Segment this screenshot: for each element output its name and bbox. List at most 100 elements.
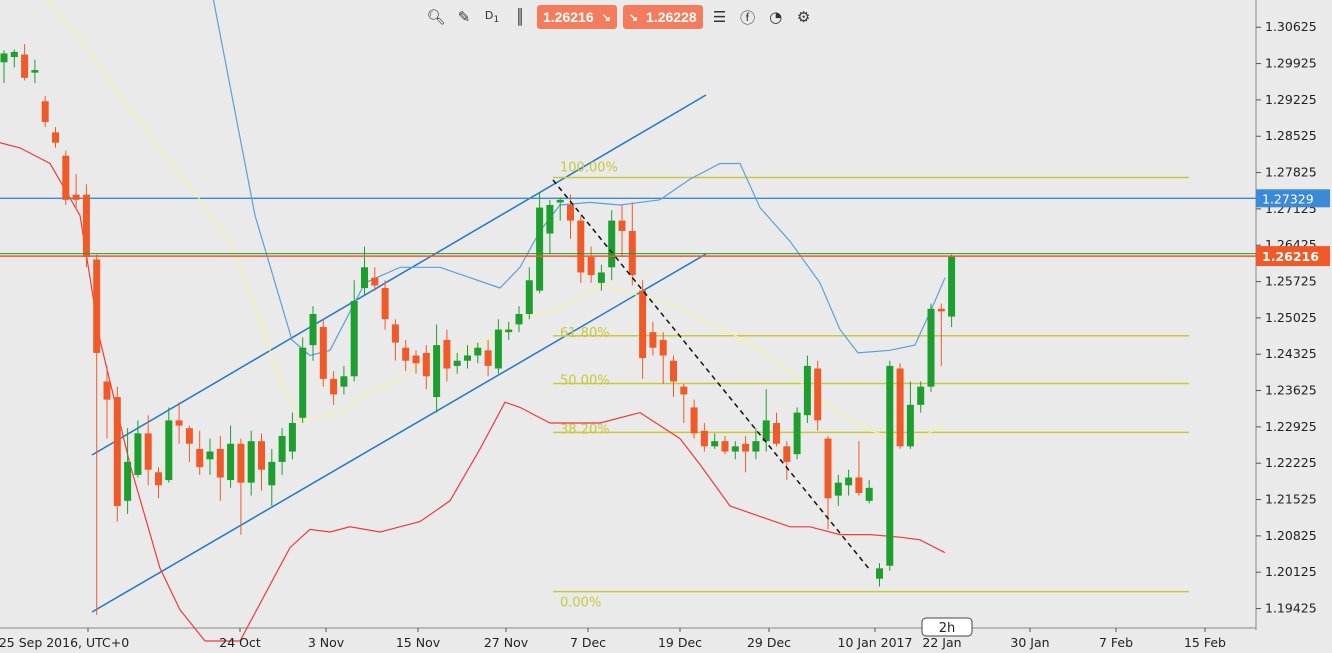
candle-body bbox=[494, 329, 502, 369]
candle-body bbox=[927, 308, 935, 387]
x-tick-label: 30 Jan bbox=[1010, 635, 1049, 650]
candle-body bbox=[155, 472, 162, 486]
candle-body bbox=[803, 365, 811, 416]
candle-body bbox=[628, 230, 636, 276]
candle-body bbox=[31, 70, 39, 73]
y-tick-label: 1.22925 bbox=[1265, 419, 1317, 434]
y-tick-label: 1.22225 bbox=[1265, 455, 1317, 470]
candle-body bbox=[371, 277, 379, 286]
candle-body bbox=[258, 441, 265, 470]
candle-body bbox=[845, 477, 853, 486]
sell-price: 1.26216 bbox=[543, 9, 594, 25]
timeframe-selector[interactable]: D1 bbox=[481, 9, 503, 25]
candle-type-icon[interactable]: ║ bbox=[509, 6, 531, 28]
candle-body bbox=[793, 412, 801, 455]
list-icon[interactable]: ☰ bbox=[709, 6, 731, 28]
candle-body bbox=[742, 443, 750, 452]
candle-body bbox=[21, 54, 29, 78]
candle-body bbox=[361, 267, 368, 289]
timeframe-number: 1 bbox=[493, 14, 500, 26]
candle-body bbox=[381, 288, 389, 320]
candle-body bbox=[711, 441, 719, 447]
candle-body bbox=[834, 482, 842, 496]
y-tick-label: 1.29925 bbox=[1265, 56, 1317, 71]
candle-body bbox=[433, 345, 441, 398]
y-tick-label: 1.30625 bbox=[1265, 19, 1317, 34]
current-price-label: 1.26216 bbox=[1262, 249, 1319, 264]
candle bbox=[319, 319, 327, 387]
candle-body bbox=[412, 355, 420, 364]
candle-body bbox=[422, 352, 430, 377]
candle-body bbox=[752, 441, 760, 452]
candle-body bbox=[865, 487, 873, 501]
x-tick-label: 15 Feb bbox=[1184, 635, 1226, 650]
candle-body bbox=[402, 347, 410, 361]
candle bbox=[886, 360, 894, 571]
candle-body bbox=[288, 422, 296, 452]
candle-body bbox=[185, 428, 193, 444]
candle-body bbox=[556, 199, 564, 203]
candle-body bbox=[103, 381, 111, 400]
x-tick-label: 7 Dec bbox=[570, 635, 606, 650]
candle-body bbox=[453, 360, 461, 366]
x-tick-label: 29 Dec bbox=[747, 635, 791, 650]
chart-background bbox=[0, 0, 1332, 653]
candle-body bbox=[680, 386, 688, 395]
candle-body bbox=[124, 461, 132, 501]
fib-label: 61.80% bbox=[560, 326, 610, 341]
sell-button[interactable]: 1.26216 ↘ bbox=[537, 5, 617, 29]
fib-label: 50.00% bbox=[560, 374, 610, 389]
x-tick-label: 24 Oct bbox=[219, 635, 261, 650]
x-tick-label: 19 Dec bbox=[658, 635, 702, 650]
buy-button[interactable]: ↘ 1.26228 bbox=[622, 5, 703, 29]
candle-body bbox=[567, 205, 574, 221]
candle-body bbox=[906, 404, 914, 447]
fib-label: 0.00% bbox=[560, 596, 601, 611]
candle-body bbox=[783, 446, 791, 462]
candle bbox=[948, 254, 956, 327]
candle-body bbox=[474, 347, 482, 356]
y-tick-label: 1.24325 bbox=[1265, 346, 1317, 361]
candle bbox=[927, 303, 935, 392]
candle-body bbox=[41, 101, 49, 122]
y-tick-label: 1.28525 bbox=[1265, 128, 1317, 143]
candle-body bbox=[505, 329, 513, 333]
candle-body bbox=[618, 220, 626, 231]
candle-body bbox=[0, 53, 8, 63]
x-tick-label: 10 Jan 2017 bbox=[838, 635, 913, 650]
candle-body bbox=[639, 290, 647, 359]
candle-body bbox=[391, 324, 399, 343]
x-tick-label: 7 Feb bbox=[1099, 635, 1133, 650]
y-tick-label: 1.23625 bbox=[1265, 383, 1317, 398]
candle bbox=[896, 363, 904, 449]
candle-body bbox=[113, 397, 121, 507]
candle-body bbox=[773, 422, 780, 444]
y-tick-label: 1.21525 bbox=[1265, 492, 1317, 507]
candle bbox=[299, 337, 307, 423]
x-tick-label: 22 Jan bbox=[922, 635, 961, 650]
candle bbox=[814, 360, 822, 431]
candle-body bbox=[237, 443, 245, 483]
candle-body bbox=[731, 446, 739, 452]
candle-body bbox=[268, 461, 276, 486]
chart-toolbar: 🔍︎ ✎ D1 ║ 1.26216 ↘ ↘ 1.26228 ☰ ⓕ ◔ ⚙ bbox=[425, 3, 815, 31]
zoom-icon[interactable]: 🔍︎ bbox=[425, 6, 447, 28]
candle-body bbox=[464, 355, 471, 361]
candle-body bbox=[10, 51, 18, 58]
x-tick-label: 15 Nov bbox=[396, 635, 441, 650]
candle-body bbox=[587, 256, 595, 276]
candle-body bbox=[546, 205, 554, 234]
drawing-tools-icon[interactable]: ✎ bbox=[453, 6, 475, 28]
candle-body bbox=[886, 365, 894, 566]
user-icon[interactable]: ◔ bbox=[765, 6, 787, 28]
candle-body bbox=[525, 280, 533, 314]
candle-body bbox=[536, 207, 544, 291]
candle-body bbox=[144, 433, 152, 470]
settings-icon[interactable]: ⚙ bbox=[793, 6, 815, 28]
candle-body bbox=[278, 435, 286, 462]
candle-body bbox=[72, 194, 80, 200]
candlestick-chart[interactable]: 100.00% 61.80% 50.00% 38.20% 0.00% 1.30625 1.2… bbox=[0, 0, 1332, 653]
candle-body bbox=[309, 314, 317, 346]
candle-body bbox=[227, 443, 235, 481]
facebook-icon[interactable]: ⓕ bbox=[737, 6, 759, 28]
